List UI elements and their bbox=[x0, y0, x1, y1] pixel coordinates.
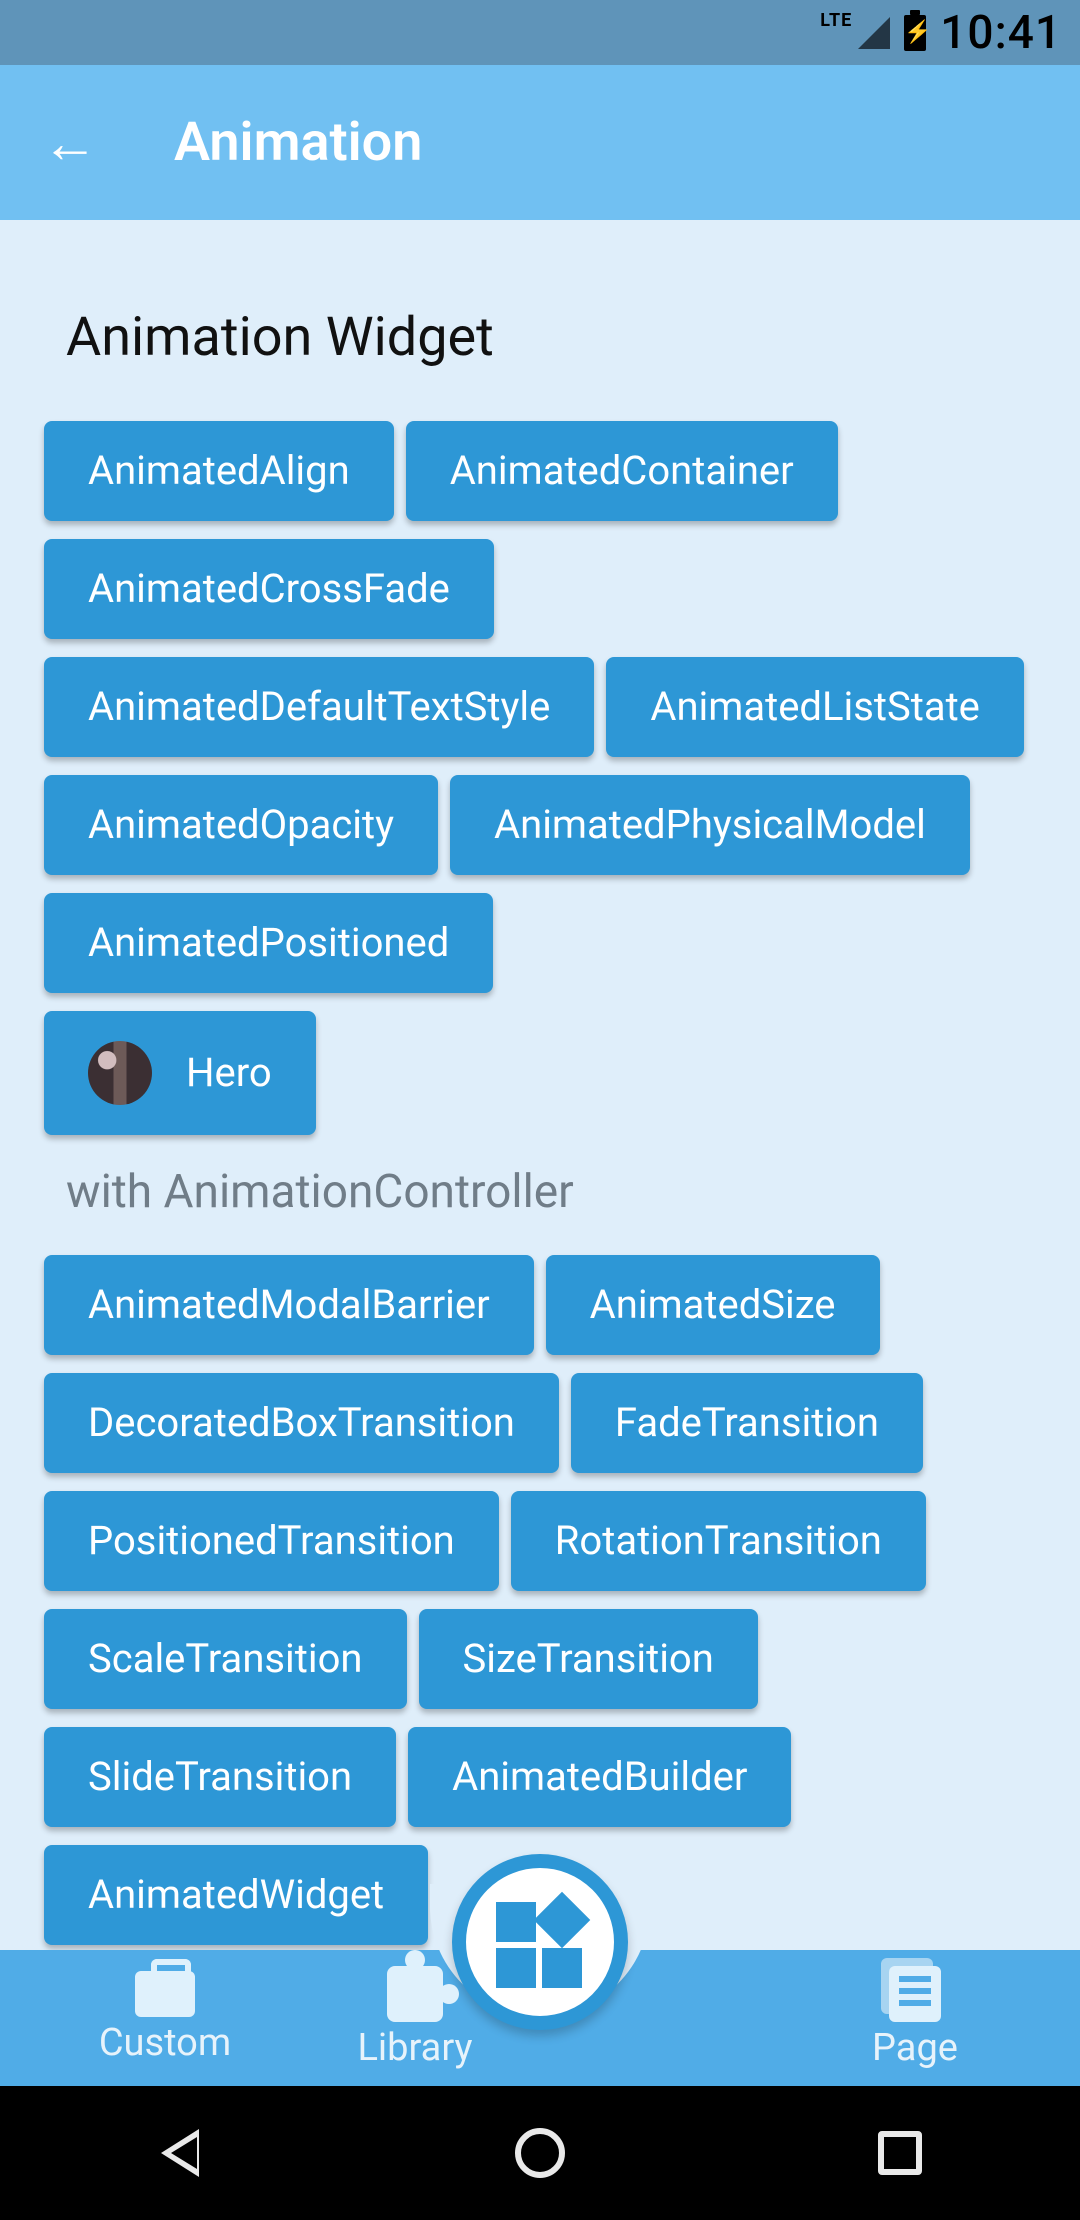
page-icon bbox=[889, 1966, 941, 2022]
chip-group-animation-controller: AnimatedModalBarrier AnimatedSize Decorate… bbox=[0, 1255, 1080, 1945]
chip-label: AnimatedModalBarrier bbox=[88, 1285, 490, 1325]
page-title: Animation bbox=[174, 111, 422, 174]
chip-label: ScaleTransition bbox=[88, 1639, 363, 1679]
chip-animatedcrossfade[interactable]: AnimatedCrossFade bbox=[44, 539, 494, 639]
hero-thumbnail-icon bbox=[88, 1041, 152, 1105]
chip-slidetransition[interactable]: SlideTransition bbox=[44, 1727, 396, 1827]
chip-label: AnimatedAlign bbox=[88, 451, 350, 491]
chip-label: PositionedTransition bbox=[88, 1521, 455, 1561]
chip-decoratedboxtransition[interactable]: DecoratedBoxTransition bbox=[44, 1373, 559, 1473]
chip-label: AnimatedContainer bbox=[450, 451, 794, 491]
chip-positionedtransition[interactable]: PositionedTransition bbox=[44, 1491, 499, 1591]
nav-item-custom[interactable]: Custom bbox=[40, 1971, 290, 2065]
signal-icon bbox=[858, 17, 890, 49]
chip-group-hero: Hero bbox=[0, 1011, 1080, 1135]
nav-label: Library bbox=[357, 2026, 472, 2070]
chip-label: AnimatedListState bbox=[650, 687, 980, 727]
chip-animatedbuilder[interactable]: AnimatedBuilder bbox=[408, 1727, 791, 1827]
recent-square-icon bbox=[878, 2131, 922, 2175]
chip-label: AnimatedPositioned bbox=[88, 923, 449, 963]
section-title: Animation Widget bbox=[0, 220, 1080, 421]
chip-animateddefaulttextstyle[interactable]: AnimatedDefaultTextStyle bbox=[44, 657, 594, 757]
nav-label: Page bbox=[872, 2026, 958, 2070]
status-clock: 10:41 bbox=[940, 6, 1062, 60]
android-system-nav bbox=[0, 2086, 1080, 2220]
chip-animatedpositioned[interactable]: AnimatedPositioned bbox=[44, 893, 493, 993]
chip-label: AnimatedBuilder bbox=[452, 1757, 747, 1797]
back-triangle-icon bbox=[161, 2129, 199, 2177]
fab-button[interactable] bbox=[452, 1854, 628, 2030]
dashboard-icon bbox=[494, 1896, 586, 1988]
puzzle-icon bbox=[387, 1966, 443, 2022]
bottom-nav-wrap: Custom Library Page bbox=[0, 1950, 1080, 2086]
chip-label: Hero bbox=[186, 1053, 272, 1093]
chip-animatedliststate[interactable]: AnimatedListState bbox=[606, 657, 1024, 757]
chip-animatedphysicalmodel[interactable]: AnimatedPhysicalModel bbox=[450, 775, 970, 875]
chip-label: AnimatedSize bbox=[590, 1285, 836, 1325]
chip-sizetransition[interactable]: SizeTransition bbox=[419, 1609, 758, 1709]
chip-animatedwidget[interactable]: AnimatedWidget bbox=[44, 1845, 428, 1945]
chip-animatedmodalbarrier[interactable]: AnimatedModalBarrier bbox=[44, 1255, 534, 1355]
sys-home-button[interactable] bbox=[510, 2123, 570, 2183]
chip-group-animation-widget: AnimatedAlign AnimatedContainer AnimatedCr… bbox=[0, 421, 1080, 993]
android-status-bar: LTE ⚡ 10:41 bbox=[0, 0, 1080, 65]
chip-label: AnimatedCrossFade bbox=[88, 569, 450, 609]
chip-label: DecoratedBoxTransition bbox=[88, 1403, 515, 1443]
chip-label: SizeTransition bbox=[463, 1639, 714, 1679]
network-label: LTE bbox=[820, 10, 852, 31]
briefcase-icon bbox=[135, 1971, 195, 2017]
chip-animatedopacity[interactable]: AnimatedOpacity bbox=[44, 775, 438, 875]
chip-label: SlideTransition bbox=[88, 1757, 352, 1797]
chip-label: AnimatedWidget bbox=[88, 1875, 384, 1915]
chip-animatedalign[interactable]: AnimatedAlign bbox=[44, 421, 394, 521]
chip-label: AnimatedPhysicalModel bbox=[494, 805, 926, 845]
main-content: Animation Widget AnimatedAlign AnimatedCo… bbox=[0, 220, 1080, 1950]
sys-recent-button[interactable] bbox=[870, 2123, 930, 2183]
chip-label: AnimatedDefaultTextStyle bbox=[88, 687, 550, 727]
chip-hero[interactable]: Hero bbox=[44, 1011, 316, 1135]
chip-fadetransition[interactable]: FadeTransition bbox=[571, 1373, 923, 1473]
home-circle-icon bbox=[515, 2128, 565, 2178]
chip-rotationtransition[interactable]: RotationTransition bbox=[511, 1491, 926, 1591]
app-bar: ← Animation bbox=[0, 65, 1080, 220]
chip-animatedsize[interactable]: AnimatedSize bbox=[546, 1255, 880, 1355]
chip-label: FadeTransition bbox=[615, 1403, 879, 1443]
chip-animatedcontainer[interactable]: AnimatedContainer bbox=[406, 421, 838, 521]
subsection-title: with AnimationController bbox=[0, 1135, 1080, 1255]
chip-label: RotationTransition bbox=[555, 1521, 882, 1561]
back-arrow-icon[interactable]: ← bbox=[42, 115, 98, 171]
battery-icon: ⚡ bbox=[904, 15, 926, 51]
chip-scaletransition[interactable]: ScaleTransition bbox=[44, 1609, 407, 1709]
chip-label: AnimatedOpacity bbox=[88, 805, 394, 845]
nav-item-page[interactable]: Page bbox=[790, 1966, 1040, 2070]
sys-back-button[interactable] bbox=[150, 2123, 210, 2183]
nav-label: Custom bbox=[99, 2021, 231, 2065]
